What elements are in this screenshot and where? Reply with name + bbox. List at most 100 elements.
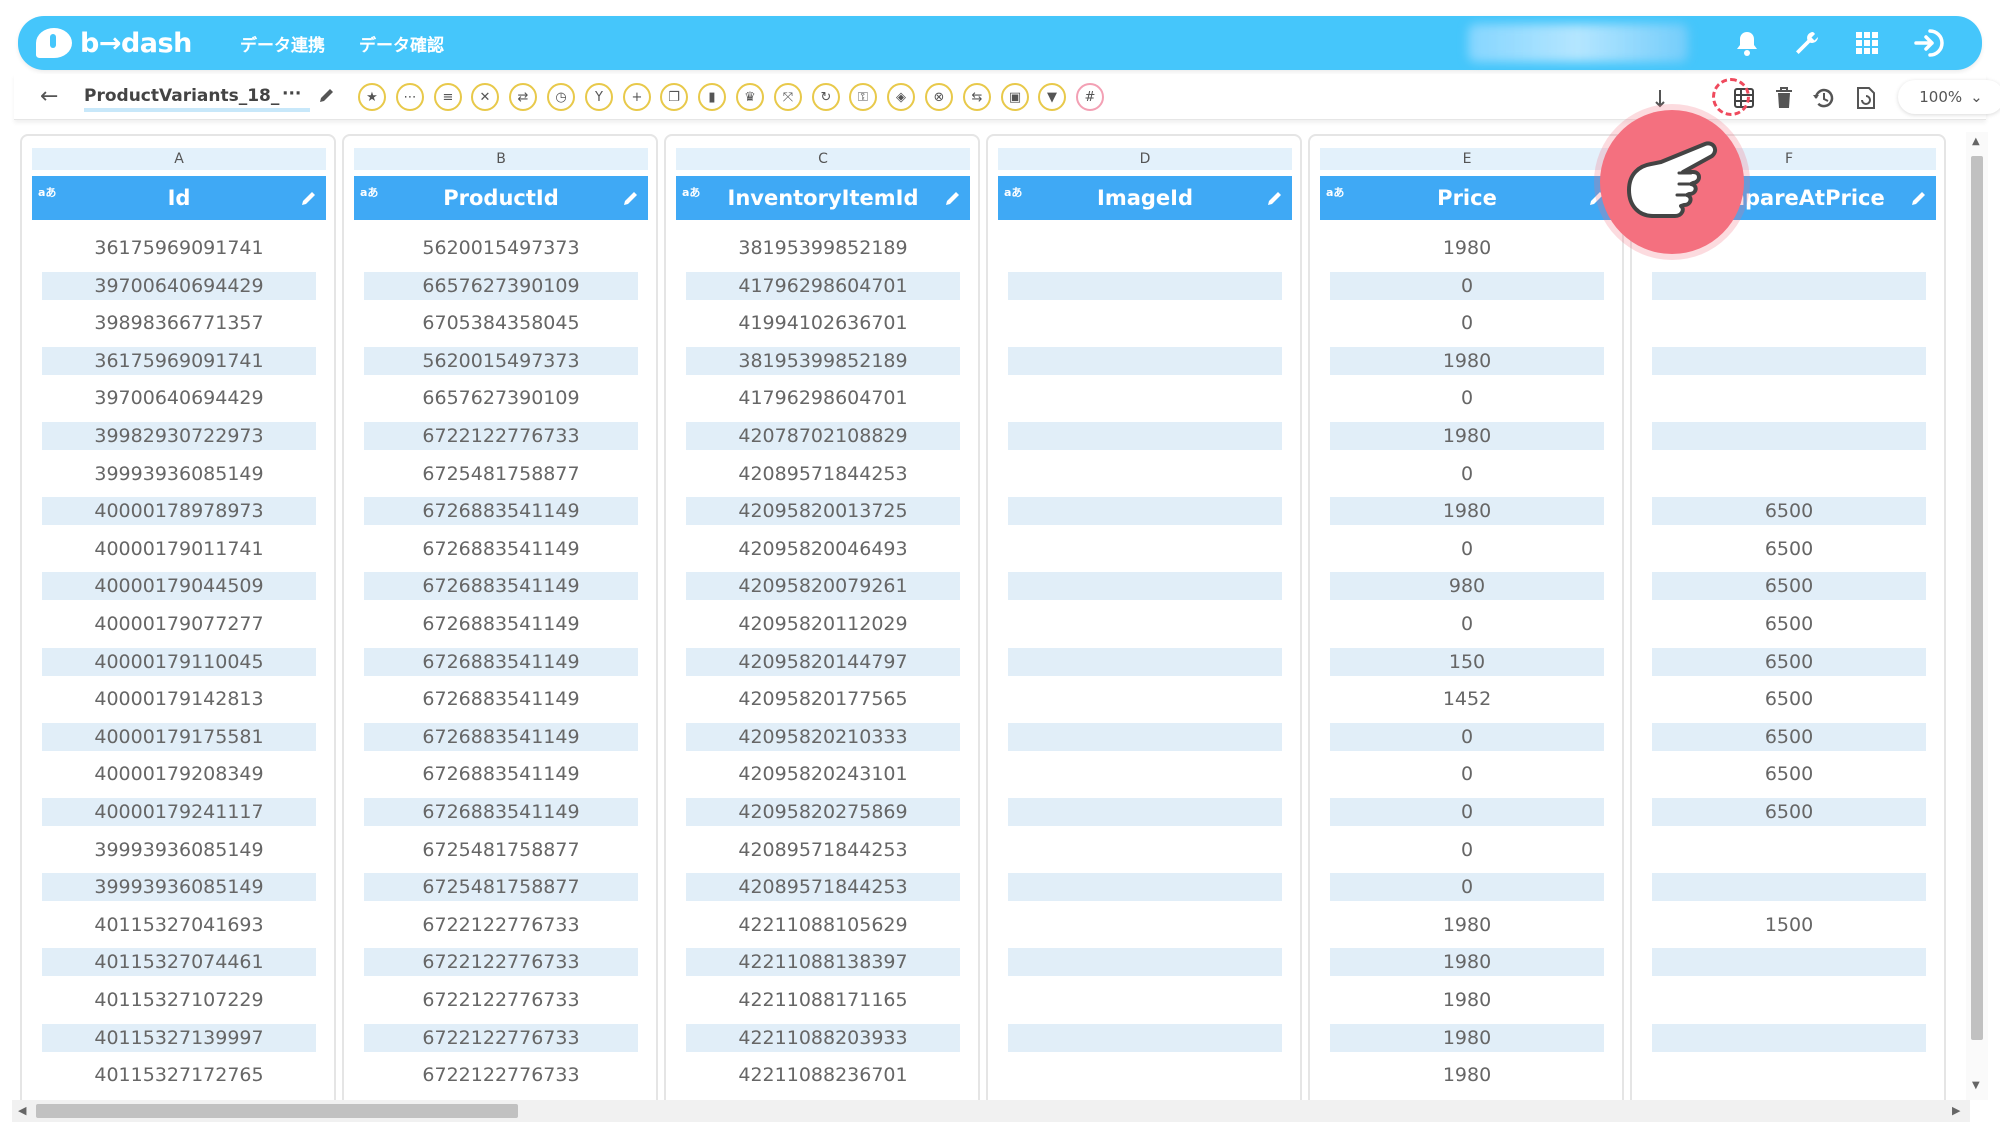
table-cell[interactable]: 0 xyxy=(1330,460,1604,488)
table-cell[interactable]: 1980 xyxy=(1330,422,1604,450)
edit-file-name-icon[interactable] xyxy=(318,86,336,108)
table-cell[interactable]: 40000179208349 xyxy=(42,760,316,788)
filter-icon[interactable]: ▼ xyxy=(1038,83,1066,111)
table-cell[interactable]: 0 xyxy=(1330,836,1604,864)
table-cell[interactable] xyxy=(1008,836,1282,864)
column-letter[interactable]: C xyxy=(676,148,970,170)
table-cell[interactable]: 42095820275869 xyxy=(686,798,960,826)
table-cell[interactable]: 42095820210333 xyxy=(686,723,960,751)
horizontal-scroll-thumb[interactable] xyxy=(36,1104,518,1118)
column-letter[interactable]: B xyxy=(354,148,648,170)
horizontal-scrollbar[interactable]: ◀ ▶ xyxy=(12,1100,1970,1122)
sort-icon[interactable] xyxy=(1646,84,1674,112)
table-cell[interactable]: 42211088105629 xyxy=(686,911,960,939)
table-cell[interactable] xyxy=(1008,685,1282,713)
cancel-icon[interactable]: ⊗ xyxy=(925,83,953,111)
scroll-up-icon[interactable]: ▲ xyxy=(1972,136,1980,147)
column-header[interactable]: aあ ProductId xyxy=(354,176,648,220)
replace-icon[interactable]: ⇆ xyxy=(963,83,991,111)
table-cell[interactable]: 42211088138397 xyxy=(686,948,960,976)
box-icon[interactable]: ◈ xyxy=(887,83,915,111)
history-icon[interactable] xyxy=(1810,84,1838,112)
table-cell[interactable] xyxy=(1008,911,1282,939)
vertical-scroll-thumb[interactable] xyxy=(1971,156,1983,1040)
table-cell[interactable]: 6500 xyxy=(1652,497,1926,525)
edit-column-icon[interactable] xyxy=(1266,188,1284,212)
column-header[interactable]: aあ InventoryItemId xyxy=(676,176,970,220)
wrench-icon[interactable] xyxy=(1790,26,1824,60)
table-cell[interactable]: 6726883541149 xyxy=(364,648,638,676)
column-header[interactable]: aあ ImageId xyxy=(998,176,1292,220)
vertical-scrollbar[interactable]: ▲ ▼ xyxy=(1966,132,1988,1100)
table-cell[interactable] xyxy=(1652,422,1926,450)
table-cell[interactable]: 40000178978973 xyxy=(42,497,316,525)
file-name[interactable]: ProductVariants_18_ xyxy=(84,86,310,112)
table-cell[interactable]: 38195399852189 xyxy=(686,234,960,262)
table-cell[interactable]: 6722122776733 xyxy=(364,1061,638,1089)
table-cell[interactable]: 1980 xyxy=(1330,234,1604,262)
table-cell[interactable]: 0 xyxy=(1330,723,1604,751)
table-cell[interactable] xyxy=(1008,497,1282,525)
table-cell[interactable]: 6722122776733 xyxy=(364,986,638,1014)
table-cell[interactable] xyxy=(1008,1024,1282,1052)
table-cell[interactable]: 1980 xyxy=(1330,347,1604,375)
repeat-icon[interactable]: ↻ xyxy=(812,83,840,111)
table-cell[interactable] xyxy=(1652,460,1926,488)
table-cell[interactable]: 42095820177565 xyxy=(686,685,960,713)
table-cell[interactable]: 36175969091741 xyxy=(42,347,316,375)
table-cell[interactable]: 6500 xyxy=(1652,760,1926,788)
logout-icon[interactable] xyxy=(1912,26,1946,60)
table-cell[interactable]: 6726883541149 xyxy=(364,535,638,563)
table-cell[interactable]: 39993936085149 xyxy=(42,460,316,488)
table-cell[interactable]: 980 xyxy=(1330,572,1604,600)
table-cell[interactable]: 6500 xyxy=(1652,648,1926,676)
table-cell[interactable]: 6500 xyxy=(1652,572,1926,600)
table-cell[interactable]: 6500 xyxy=(1652,798,1926,826)
crown-icon[interactable]: ♛ xyxy=(736,83,764,111)
table-cell[interactable]: 1980 xyxy=(1330,1061,1604,1089)
table-cell[interactable]: 42095820013725 xyxy=(686,497,960,525)
table-cell[interactable]: 0 xyxy=(1330,873,1604,901)
table-cell[interactable]: 39898366771357 xyxy=(42,309,316,337)
delete-icon[interactable]: ▮ xyxy=(698,83,726,111)
copy-icon[interactable]: ❐ xyxy=(660,83,688,111)
table-cell[interactable]: 42211088236701 xyxy=(686,1061,960,1089)
edit-column-icon[interactable] xyxy=(1910,188,1928,212)
table-cell[interactable]: 6726883541149 xyxy=(364,685,638,713)
zoom-select[interactable]: 100% ⌄ xyxy=(1898,80,2000,114)
table-cell[interactable]: 6726883541149 xyxy=(364,723,638,751)
table-cell[interactable]: 6722122776733 xyxy=(364,422,638,450)
table-cell[interactable]: 40000179077277 xyxy=(42,610,316,638)
table-cell[interactable] xyxy=(1008,648,1282,676)
table-cell[interactable]: 6722122776733 xyxy=(364,911,638,939)
scroll-left-icon[interactable]: ◀ xyxy=(18,1104,26,1117)
table-cell[interactable]: 1980 xyxy=(1330,911,1604,939)
table-cell[interactable]: 0 xyxy=(1330,760,1604,788)
table-cell[interactable]: 6500 xyxy=(1652,610,1926,638)
column-header[interactable]: aあ Price xyxy=(1320,176,1614,220)
table-cell[interactable]: 6722122776733 xyxy=(364,948,638,976)
table-cell[interactable] xyxy=(1008,234,1282,262)
tools-icon[interactable]: ✕ xyxy=(471,83,499,111)
table-cell[interactable]: 41994102636701 xyxy=(686,309,960,337)
table-cell[interactable] xyxy=(1008,309,1282,337)
table-cell[interactable] xyxy=(1652,1061,1926,1089)
scroll-right-icon[interactable]: ▶ xyxy=(1952,1104,1960,1117)
table-cell[interactable]: 40000179011741 xyxy=(42,535,316,563)
list-icon[interactable]: ≡ xyxy=(434,83,462,111)
column-letter[interactable]: A xyxy=(32,148,326,170)
table-cell[interactable]: 1452 xyxy=(1330,685,1604,713)
frame-icon[interactable]: ▣ xyxy=(1001,83,1029,111)
table-cell[interactable]: 40000179175581 xyxy=(42,723,316,751)
table-cell[interactable] xyxy=(1652,873,1926,901)
table-cell[interactable] xyxy=(1008,347,1282,375)
bell-icon[interactable] xyxy=(1730,26,1764,60)
lock-icon[interactable]: ⚿ xyxy=(849,83,877,111)
merge-icon[interactable]: Y xyxy=(585,83,613,111)
table-cell[interactable]: 40000179044509 xyxy=(42,572,316,600)
table-cell[interactable]: 6722122776733 xyxy=(364,1024,638,1052)
table-cell[interactable]: 40115327107229 xyxy=(42,986,316,1014)
table-cell[interactable]: 1980 xyxy=(1330,986,1604,1014)
table-cell[interactable]: 0 xyxy=(1330,610,1604,638)
table-cell[interactable]: 0 xyxy=(1330,798,1604,826)
